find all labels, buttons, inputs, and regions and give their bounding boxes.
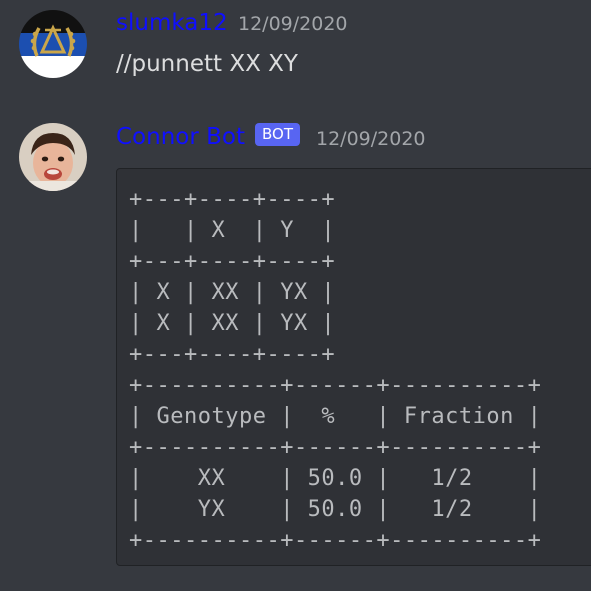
user-avatar[interactable] bbox=[19, 10, 87, 78]
username[interactable]: slumka12 bbox=[116, 10, 228, 36]
bot-tag-badge: BOT bbox=[255, 123, 300, 146]
code-block: +---+----+----+ | | X | Y | +---+----+--… bbox=[116, 168, 591, 566]
laurel-wreath-delta-icon bbox=[19, 10, 87, 78]
message-text: //punnett XX XY bbox=[116, 51, 298, 77]
punnett-table-code: +---+----+----+ | | X | Y | +---+----+--… bbox=[129, 187, 542, 553]
timestamp[interactable]: 12/09/2020 bbox=[238, 13, 348, 35]
timestamp[interactable]: 12/09/2020 bbox=[316, 128, 426, 150]
username[interactable]: Connor Bot bbox=[116, 124, 245, 150]
user-avatar[interactable] bbox=[19, 123, 87, 191]
message-slumka12: slumka12 12/09/2020 //punnett XX XY bbox=[0, 0, 591, 110]
message-connor-bot: Connor Bot BOT 12/09/2020 +---+----+----… bbox=[0, 110, 591, 591]
child-photo-avatar-icon bbox=[19, 123, 87, 191]
